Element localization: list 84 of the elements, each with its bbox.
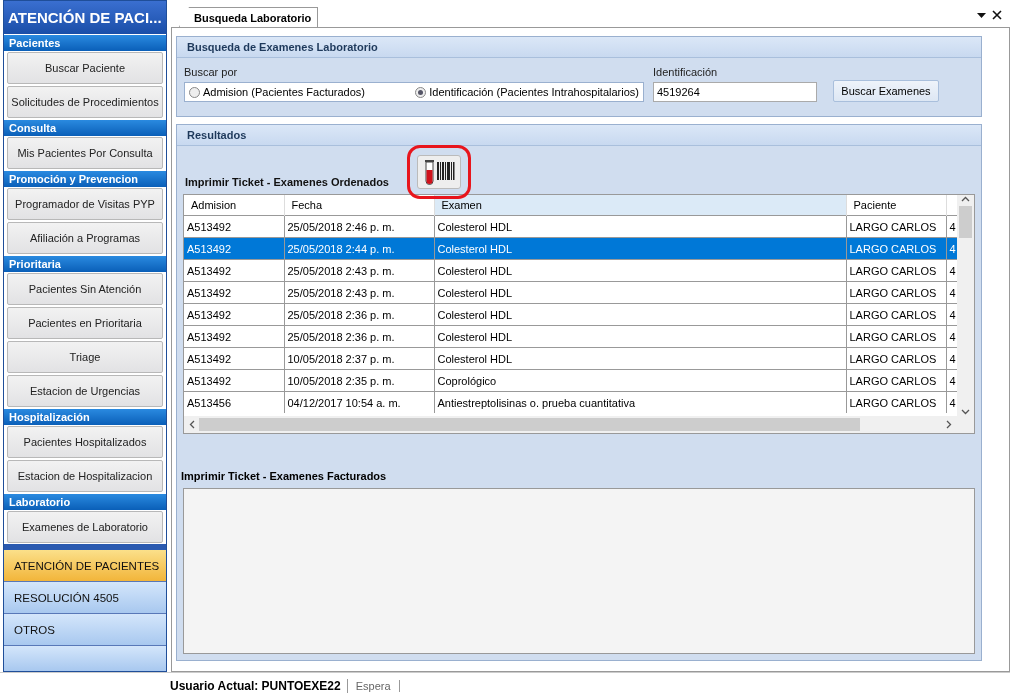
sidebar-button[interactable]: Examenes de Laboratorio <box>7 511 163 543</box>
sidebar-button[interactable]: Triage <box>7 341 163 373</box>
group-header: Laboratorio <box>4 493 166 510</box>
table-cell: 25/05/2018 2:36 p. m. <box>284 325 434 348</box>
scroll-down-icon[interactable] <box>961 407 970 416</box>
field-label: Buscar por <box>184 66 239 78</box>
sidebar-button[interactable]: Pacientes Hospitalizados <box>7 426 163 458</box>
group-header: Hospitalización <box>4 408 166 425</box>
sidebar-button[interactable]: Mis Pacientes Por Consulta <box>7 137 163 169</box>
sidebar-button[interactable]: Pacientes Sin Atención <box>7 273 163 305</box>
table-cell: A513492 <box>184 303 284 326</box>
table-cell: Colesterol HDL <box>434 347 846 370</box>
table-cell: A513492 <box>184 259 284 282</box>
scroll-up-icon[interactable] <box>961 195 970 204</box>
column-header[interactable]: Examen <box>434 195 846 216</box>
table-cell: 25/05/2018 2:44 p. m. <box>284 237 434 260</box>
sidebar-button[interactable]: Afiliación a Programas <box>7 222 163 254</box>
module-button[interactable]: OTROS <box>4 614 166 646</box>
section-title: Imprimir Ticket - Examenes Ordenados <box>184 176 389 190</box>
table-cell: LARGO CARLOS <box>846 325 946 348</box>
scroll-thumb[interactable] <box>959 206 972 238</box>
group-header: Pacientes <box>4 34 166 51</box>
tab[interactable]: Busqueda Laboratorio <box>179 7 319 27</box>
id-input-field[interactable]: 4519264 <box>653 82 817 102</box>
sidebar-button[interactable]: Pacientes en Prioritaria <box>7 307 163 339</box>
table-cell: 25/05/2018 2:43 p. m. <box>284 281 434 304</box>
sidebar-button[interactable]: Buscar Paciente <box>7 52 163 84</box>
sidebar-button[interactable]: Estacion de Urgencias <box>7 375 163 407</box>
panel-title: Resultados <box>177 125 981 146</box>
sidebar-title: ATENCIÓN DE PACI... <box>4 1 166 34</box>
column-header[interactable]: Admision <box>184 195 284 216</box>
table-cell: LARGO CARLOS <box>846 303 946 326</box>
table-cell: 25/05/2018 2:43 p. m. <box>284 259 434 282</box>
table-cell: Colesterol HDL <box>434 325 846 348</box>
sidebar-button[interactable]: Programador de Visitas PYP <box>7 188 163 220</box>
current-user-label: Usuario Actual: PUNTOEXE22 <box>170 678 348 693</box>
horizontal-scrollbar[interactable] <box>184 416 957 433</box>
close-icon[interactable] <box>992 10 1002 20</box>
field-label: Identificación <box>653 66 719 78</box>
vertical-scrollbar[interactable] <box>957 195 974 416</box>
table-cell: 10/05/2018 2:35 p. m. <box>284 369 434 392</box>
scroll-right-icon[interactable] <box>944 420 953 429</box>
radio-option[interactable]: Admision (Pacientes Facturados) <box>189 86 365 98</box>
table-cell: LARGO CARLOS <box>846 369 946 392</box>
table-cell: Colesterol HDL <box>434 237 846 260</box>
table-cell: A513492 <box>184 347 284 370</box>
table-cell: Colesterol HDL <box>434 281 846 304</box>
status-text: Espera <box>347 679 400 692</box>
table-cell: LARGO CARLOS <box>846 391 946 413</box>
sidebar-button[interactable]: Solicitudes de Procedimientos <box>7 86 163 118</box>
test-tube-barcode-icon <box>423 158 455 186</box>
module-button[interactable]: ATENCIÓN DE PACIENTES <box>4 550 166 582</box>
scroll-thumb[interactable] <box>199 418 860 431</box>
group-header: Consulta <box>4 119 166 136</box>
table-cell: LARGO CARLOS <box>846 281 946 304</box>
table-cell: A513492 <box>184 237 284 260</box>
panel-title: Busqueda de Examenes Laboratorio <box>177 37 981 58</box>
group-header: Promoción y Prevencion <box>4 170 166 187</box>
table-cell: A513456 <box>184 391 284 413</box>
table-row[interactable]: A513492 25/05/2018 2:44 p. m. Colesterol HDL LARGO CARLOS 4 <box>184 237 957 260</box>
table-cell: LARGO CARLOS <box>846 237 946 260</box>
table-cell: LARGO CARLOS <box>846 347 946 370</box>
splitter-grip[interactable] <box>4 544 166 550</box>
scroll-left-icon[interactable] <box>188 420 197 429</box>
table-cell: 25/05/2018 2:36 p. m. <box>284 303 434 326</box>
table-cell: 10/05/2018 2:37 p. m. <box>284 347 434 370</box>
search-button[interactable]: Buscar Examenes <box>833 80 939 102</box>
radio-option[interactable]: Identificación (Pacientes Intrahospitalarios) <box>415 86 639 98</box>
table-cell: 04/12/2017 10:54 a. m. <box>284 391 434 413</box>
group-header: Prioritaria <box>4 255 166 272</box>
table-cell: A513492 <box>184 325 284 348</box>
column-header[interactable]: Fecha <box>284 195 434 216</box>
table-cell: A513492 <box>184 369 284 392</box>
dropdown-icon[interactable] <box>977 10 986 20</box>
table-cell: Colesterol HDL <box>434 303 846 326</box>
section-title: Imprimir Ticket - Examenes Facturados <box>181 469 388 484</box>
column-header[interactable]: Paciente <box>846 195 946 216</box>
table-cell: Antiestreptolisinas o. prueba cuantitativa <box>434 391 846 413</box>
table-cell: A513492 <box>184 281 284 304</box>
table-cell: Coprológico <box>434 369 846 392</box>
sidebar-button[interactable]: Estacion de Hospitalizacion <box>7 460 163 492</box>
table-cell: LARGO CARLOS <box>846 259 946 282</box>
module-button[interactable]: RESOLUCIÓN 4505 <box>4 582 166 614</box>
table-cell: Colesterol HDL <box>434 259 846 282</box>
